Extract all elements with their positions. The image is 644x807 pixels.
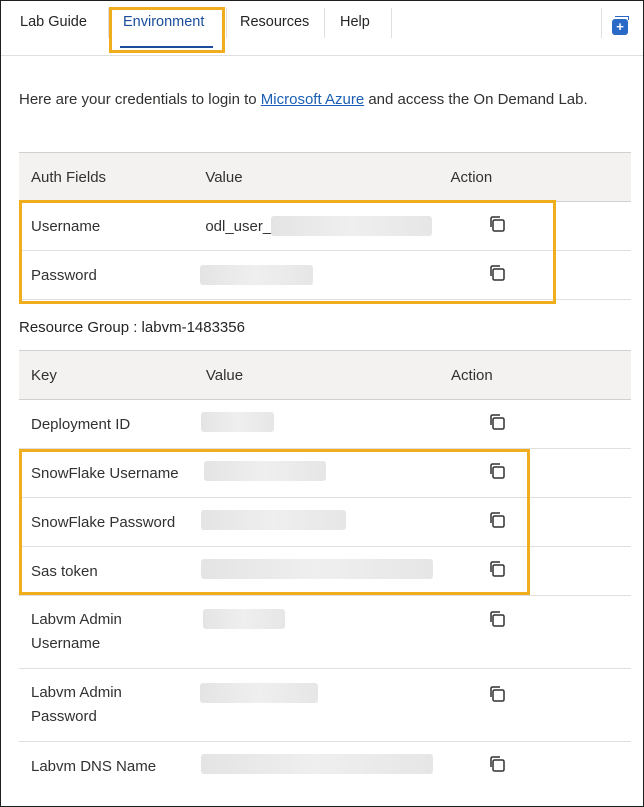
resource-group-title: Resource Group : labvm-1483356 bbox=[19, 319, 245, 336]
table-row: Sas token bbox=[19, 546, 631, 596]
copy-icon[interactable] bbox=[488, 685, 506, 703]
tab-lab-guide[interactable]: Lab Guide bbox=[20, 14, 87, 30]
copy-icon[interactable] bbox=[488, 755, 506, 773]
tab-divider bbox=[108, 8, 109, 38]
redacted-value bbox=[200, 559, 433, 579]
resource-table: Key Value Action Deployment ID SnowFlake… bbox=[19, 350, 631, 791]
snowflake-password-key: SnowFlake Password bbox=[19, 497, 206, 547]
password-value bbox=[200, 265, 440, 285]
redacted-value bbox=[200, 265, 314, 285]
table-row: Labvm DNS Name bbox=[19, 742, 631, 791]
labvm-dns-name-key: Labvm DNS Name bbox=[31, 757, 157, 775]
copy-icon[interactable] bbox=[488, 215, 506, 233]
username-key: Username bbox=[19, 201, 206, 251]
table-row: Deployment ID bbox=[19, 399, 631, 449]
tab-environment[interactable]: Environment bbox=[123, 14, 204, 30]
intro-after: and access the On Demand Lab. bbox=[364, 91, 588, 108]
tab-divider bbox=[391, 8, 392, 38]
password-key: Password bbox=[19, 250, 206, 300]
table-row: SnowFlake Password bbox=[19, 497, 631, 547]
table-row: Password bbox=[19, 250, 631, 300]
labvm-admin-password-key: Labvm Admin Password bbox=[19, 668, 206, 742]
key-line-1: Labvm Admin bbox=[31, 611, 122, 628]
copy-icon[interactable] bbox=[488, 413, 506, 431]
tab-divider bbox=[601, 8, 602, 38]
username-value: odl_user_ bbox=[205, 216, 440, 236]
table-row: Labvm Admin Username bbox=[19, 595, 631, 669]
snowflake-username-key: SnowFlake Username bbox=[19, 448, 206, 498]
header-key: Key bbox=[19, 350, 206, 400]
header-action: Action bbox=[441, 350, 631, 400]
key-line-1: Labvm Admin bbox=[31, 684, 122, 701]
key-line-2: Password bbox=[31, 708, 97, 725]
intro-before: Here are your credentials to login to bbox=[19, 91, 261, 108]
redacted-value bbox=[271, 216, 433, 236]
redacted-value bbox=[200, 510, 346, 530]
redacted-value bbox=[202, 609, 285, 629]
auth-table: Auth Fields Value Action Username odl_us… bbox=[19, 152, 631, 300]
copy-icon[interactable] bbox=[488, 462, 506, 480]
key-line-2: Username bbox=[31, 635, 101, 652]
intro-text: Here are your credentials to login to Mi… bbox=[19, 91, 588, 108]
active-tab-indicator bbox=[120, 46, 213, 48]
table-row: Labvm Admin Password bbox=[19, 668, 631, 742]
redacted-value bbox=[200, 754, 433, 775]
header-auth-fields: Auth Fields bbox=[19, 152, 206, 202]
copy-icon[interactable] bbox=[488, 511, 506, 529]
table-row: Username odl_user_ bbox=[19, 201, 631, 251]
tab-divider bbox=[324, 8, 325, 38]
header-value: Value bbox=[205, 152, 441, 202]
redacted-value bbox=[203, 461, 326, 481]
lab-panel: Lab Guide Environment Resources Help + H… bbox=[0, 0, 644, 807]
header-value: Value bbox=[205, 350, 442, 400]
table-row: SnowFlake Username bbox=[19, 448, 631, 498]
copy-icon[interactable] bbox=[488, 264, 506, 282]
microsoft-azure-link[interactable]: Microsoft Azure bbox=[261, 91, 364, 108]
tab-bar: Lab Guide Environment Resources Help + bbox=[1, 1, 643, 56]
redacted-value bbox=[199, 683, 318, 703]
tab-help[interactable]: Help bbox=[340, 14, 370, 30]
sas-token-key: Sas token bbox=[19, 546, 206, 596]
deployment-id-key: Deployment ID bbox=[19, 399, 206, 449]
username-prefix: odl_user_ bbox=[205, 217, 272, 235]
copy-icon[interactable] bbox=[488, 560, 506, 578]
header-action: Action bbox=[440, 152, 631, 202]
labvm-admin-username-key: Labvm Admin Username bbox=[19, 595, 206, 669]
redacted-value bbox=[200, 412, 274, 432]
copy-icon[interactable] bbox=[488, 610, 506, 628]
tab-divider bbox=[226, 8, 227, 38]
collapse-panel-icon[interactable]: + bbox=[612, 16, 629, 35]
tab-resources[interactable]: Resources bbox=[240, 14, 309, 30]
